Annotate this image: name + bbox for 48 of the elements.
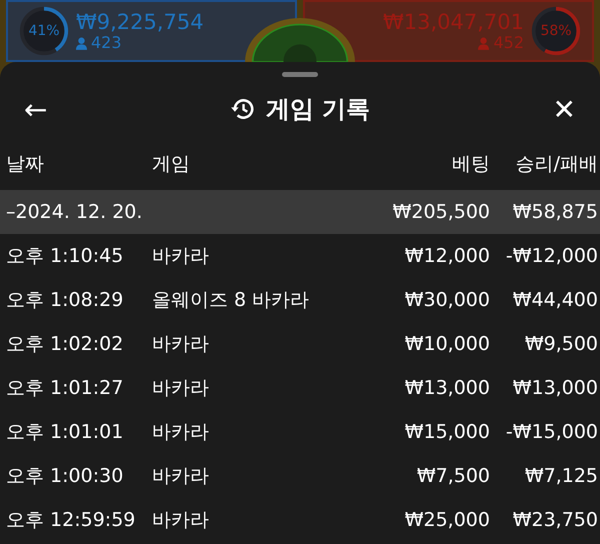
result-cell-text: ₩7,125 (524, 465, 598, 487)
game-cell-text: 올웨이즈 8 바카라 (152, 288, 310, 313)
time-cell-text: 오후 1:10:45 (6, 244, 124, 269)
drag-handle[interactable] (282, 72, 318, 77)
bet-cell-text: ₩12,000 (404, 245, 490, 267)
time-cell-text: 오후 12:59:59 (6, 508, 136, 533)
result-cell-text: ₩9,500 (524, 333, 598, 355)
history-icon (230, 96, 256, 122)
close-button[interactable]: ✕ (542, 92, 586, 126)
game-cell-text: 바카라 (152, 332, 210, 357)
column-header: 베팅 (451, 152, 490, 177)
bet-cell-text: ₩13,000 (404, 377, 490, 399)
bet-cell-text: ₩30,000 (404, 289, 490, 311)
back-button[interactable]: ← (14, 92, 58, 126)
player-count: 423 (91, 34, 122, 52)
column-header: 날짜 (6, 152, 45, 177)
player-count: 452 (493, 34, 524, 52)
result-cell-text: ₩23,750 (512, 509, 598, 531)
game-cell-text: 바카라 (152, 244, 210, 269)
bet-cell-text: ₩10,000 (404, 333, 490, 355)
percent-label: 58% (540, 23, 572, 39)
bet-cell-text: ₩7,500 (416, 465, 490, 487)
time-cell-text: 오후 1:08:29 (6, 288, 124, 313)
result-cell-text: -₩12,000 (504, 245, 598, 267)
person-icon (76, 36, 87, 50)
time-cell-text: 오후 1:01:27 (6, 376, 124, 401)
time-cell-text: 오후 1:00:30 (6, 464, 124, 489)
result-cell-text: ₩44,400 (512, 289, 598, 311)
game-cell-text: 바카라 (152, 508, 210, 533)
time-cell-text: 오후 1:01:01 (6, 420, 124, 445)
percent-label: 41% (28, 23, 60, 39)
column-header: 승리/패배 (514, 152, 598, 177)
game-cell-text: 바카라 (152, 420, 210, 445)
ring-meter (530, 5, 582, 57)
ring-meter (18, 5, 70, 57)
date-group-row[interactable]: –2024. 12. 20. ₩205,500 ₩58,875 (0, 190, 600, 234)
person-icon (478, 36, 490, 50)
bet-cell-text: ₩15,000 (404, 421, 490, 443)
game-cell-text: 바카라 (152, 464, 210, 489)
game-cell-text: 바카라 (152, 376, 210, 401)
column-header: 게임 (152, 152, 191, 177)
sheet-title: 게임 기록 (266, 94, 370, 125)
total-amount: ₩9,225,754 (76, 10, 204, 34)
bet-cell-text: ₩25,000 (404, 509, 490, 531)
total-amount: ₩13,047,701 (382, 10, 524, 34)
result-cell-text: -₩15,000 (504, 421, 598, 443)
time-cell-text: 오후 1:02:02 (6, 332, 124, 357)
result-cell-text: ₩13,000 (512, 377, 598, 399)
